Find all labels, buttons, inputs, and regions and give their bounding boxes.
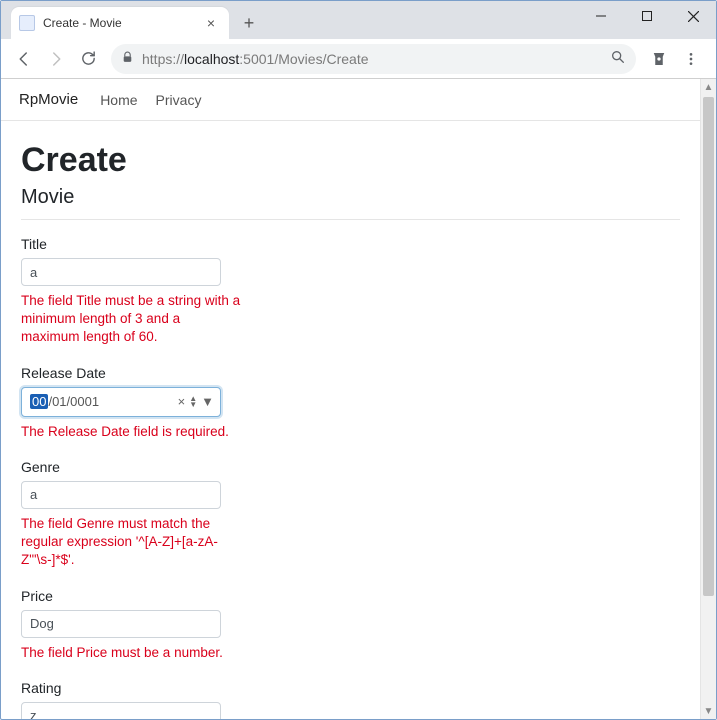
favicon — [19, 15, 35, 31]
scroll-thumb[interactable] — [703, 97, 714, 596]
price-input[interactable] — [21, 610, 221, 638]
release-date-month: 00 — [30, 394, 48, 409]
page-title: Create — [21, 141, 680, 180]
page-subtitle: Movie — [21, 186, 680, 209]
date-spinner[interactable]: ▲▼ — [189, 396, 197, 408]
browser-toolbar: https://localhost:5001/Movies/Create — [1, 39, 716, 79]
lock-icon — [121, 51, 134, 67]
date-picker-icon[interactable]: ▼ — [201, 394, 214, 409]
new-tab-button[interactable]: + — [235, 9, 263, 37]
title-error: The field Title must be a string with a … — [21, 292, 241, 347]
release-date-label: Release Date — [21, 365, 401, 381]
back-button[interactable] — [9, 44, 39, 74]
release-date-rest: /01/0001 — [48, 394, 99, 409]
genre-error: The field Genre must match the regular e… — [21, 515, 241, 570]
release-date-input[interactable]: 00/01/0001 × ▲▼ ▼ — [21, 387, 221, 417]
release-date-error: The Release Date field is required. — [21, 423, 241, 441]
price-label: Price — [21, 588, 401, 604]
title-label: Title — [21, 236, 401, 252]
rating-label: Rating — [21, 680, 401, 696]
tab-title: Create - Movie — [43, 16, 203, 30]
reload-button[interactable] — [73, 44, 103, 74]
window-close-button[interactable] — [670, 1, 716, 31]
close-icon[interactable]: × — [203, 13, 219, 33]
rating-input[interactable] — [21, 702, 221, 719]
nav-link-privacy[interactable]: Privacy — [156, 92, 202, 108]
menu-button[interactable] — [676, 44, 706, 74]
forward-button[interactable] — [41, 44, 71, 74]
genre-label: Genre — [21, 459, 401, 475]
scroll-up-icon[interactable]: ▲ — [701, 79, 716, 95]
browser-titlebar: Create - Movie × + — [1, 1, 716, 39]
window-controls — [578, 1, 716, 31]
minimize-button[interactable] — [578, 1, 624, 31]
date-clear-icon[interactable]: × — [178, 394, 186, 409]
title-input[interactable] — [21, 258, 221, 286]
genre-input[interactable] — [21, 481, 221, 509]
price-error: The field Price must be a number. — [21, 644, 241, 662]
viewport: RpMovie Home Privacy Create Movie Title … — [1, 79, 700, 719]
maximize-button[interactable] — [624, 1, 670, 31]
scroll-down-icon[interactable]: ▼ — [701, 703, 716, 719]
brand[interactable]: RpMovie — [19, 91, 78, 108]
divider — [21, 219, 680, 220]
zoom-icon[interactable] — [610, 49, 626, 68]
site-nav: RpMovie Home Privacy — [1, 79, 700, 121]
browser-tab[interactable]: Create - Movie × — [11, 7, 229, 39]
scrollbar[interactable]: ▲ ▼ — [700, 79, 716, 719]
account-icon[interactable] — [644, 44, 674, 74]
url-text: https://localhost:5001/Movies/Create — [142, 51, 610, 67]
address-bar[interactable]: https://localhost:5001/Movies/Create — [111, 44, 636, 74]
nav-link-home[interactable]: Home — [100, 92, 137, 108]
